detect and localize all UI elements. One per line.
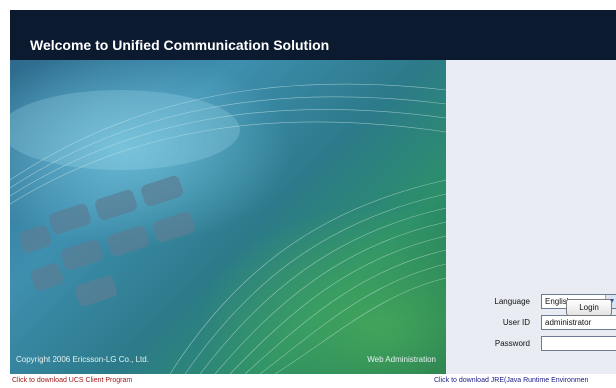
keypad-buttons — [18, 175, 195, 307]
page-title: Welcome to Unified Communication Solutio… — [30, 37, 330, 53]
jre-download-link[interactable]: Click to download JRE(Java Runtime Envir… — [434, 377, 588, 384]
hero-artwork — [10, 83, 446, 374]
web-administration-label: Web Administration — [367, 355, 436, 364]
hero-image: Copyright 2006 Ericsson-LG Co., Ltd. Web… — [10, 60, 446, 374]
light-glow — [10, 90, 240, 170]
userid-label: User ID — [502, 318, 530, 327]
password-label: Password — [494, 339, 530, 348]
userid-row: User ID — [446, 315, 616, 332]
language-label: Language — [494, 297, 530, 306]
password-input[interactable] — [541, 336, 616, 351]
copyright-text: Copyright 2006 Ericsson-LG Co., Ltd. — [16, 355, 149, 364]
login-panel: Language English ▼ User ID Password — [446, 60, 616, 374]
userid-input[interactable] — [541, 315, 616, 330]
ucs-client-download-link[interactable]: Click to download UCS Client Program — [12, 377, 132, 384]
password-row: Password — [446, 336, 616, 353]
login-button[interactable]: Login — [566, 299, 612, 316]
header-bar: Welcome to Unified Communication Solutio… — [10, 10, 616, 60]
